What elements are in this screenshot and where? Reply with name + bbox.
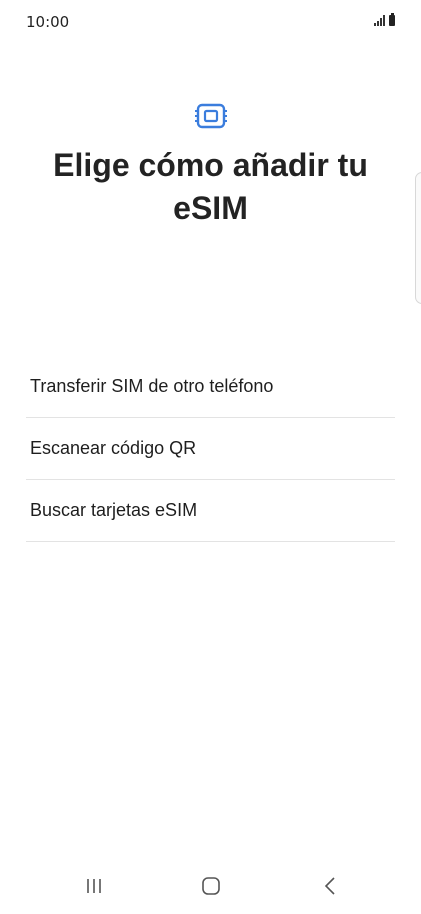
back-button[interactable] <box>310 872 350 900</box>
option-transfer-sim[interactable]: Transferir SIM de otro teléfono <box>26 356 395 418</box>
status-icons <box>374 13 395 26</box>
option-label: Transferir SIM de otro teléfono <box>30 376 274 396</box>
status-bar: 10:00 <box>0 0 421 44</box>
page-title: Elige cómo añadir tu eSIM <box>53 147 368 226</box>
recents-icon <box>87 879 101 893</box>
option-scan-qr[interactable]: Escanear código QR <box>26 418 395 480</box>
options-list: Transferir SIM de otro teléfono Escanear… <box>26 356 395 542</box>
home-icon <box>202 877 220 895</box>
battery-icon <box>389 13 395 26</box>
back-icon <box>324 877 335 895</box>
recents-button[interactable] <box>74 872 114 900</box>
option-label: Escanear código QR <box>30 438 197 458</box>
home-button[interactable] <box>191 872 231 900</box>
navigation-bar <box>0 858 421 914</box>
option-search-esim[interactable]: Buscar tarjetas eSIM <box>26 480 395 542</box>
status-time: 10:00 <box>26 13 70 31</box>
option-label: Buscar tarjetas eSIM <box>30 500 198 520</box>
esim-icon-container <box>0 102 421 130</box>
edge-panel-handle[interactable] <box>415 172 421 304</box>
esim-card-icon <box>194 103 227 129</box>
signal-icon <box>374 14 385 26</box>
